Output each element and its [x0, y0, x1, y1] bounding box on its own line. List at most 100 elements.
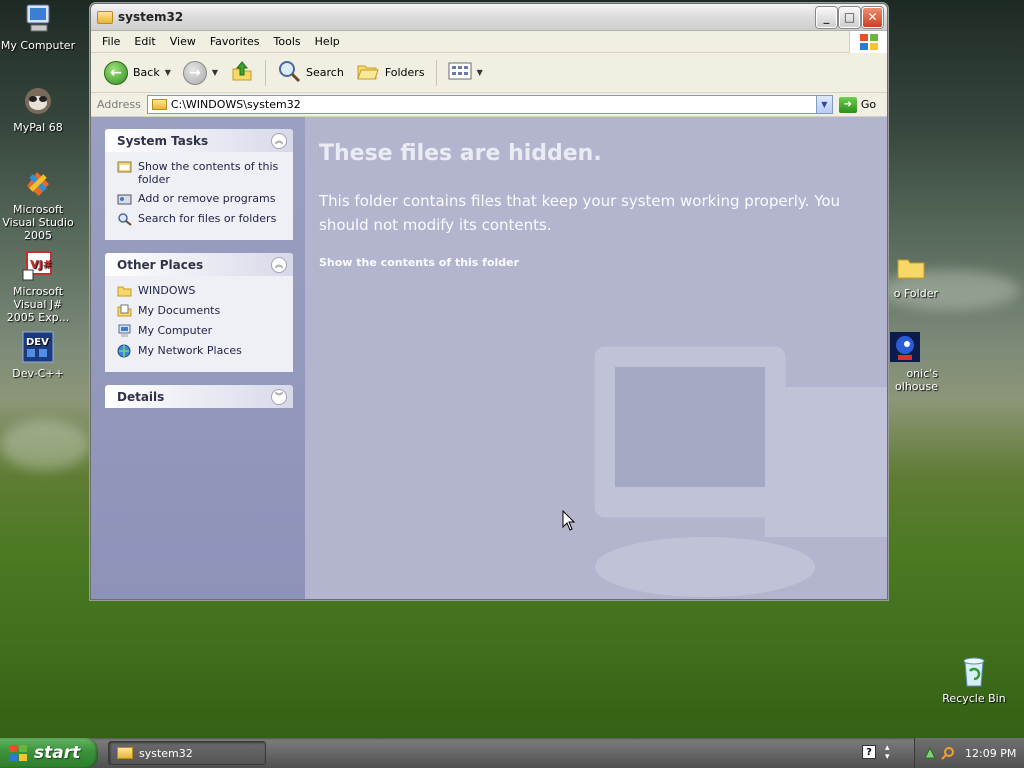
dev-cpp-icon: DEV	[21, 330, 55, 364]
search-button[interactable]: Search	[272, 56, 349, 89]
task-label: Add or remove programs	[138, 192, 276, 205]
desktop-icon-label: MyPal 68	[13, 121, 63, 134]
clock[interactable]: 12:09 PM	[965, 747, 1016, 760]
desktop-icon-label: Dev-C++	[12, 367, 64, 380]
maximize-button[interactable]: □	[839, 6, 860, 28]
other-places-header[interactable]: Other Places ︽	[105, 253, 293, 276]
folder-contents-icon	[117, 161, 132, 173]
task-label: Show the contents of this folder	[138, 160, 279, 186]
search-icon	[277, 59, 301, 86]
place-windows[interactable]: WINDOWS	[117, 284, 283, 298]
collapse-icon[interactable]: ︽	[271, 132, 287, 149]
place-my-network[interactable]: My Network Places	[117, 344, 283, 358]
panel-title: Details	[117, 389, 165, 404]
menu-file[interactable]: File	[95, 33, 127, 50]
details-header[interactable]: Details ︾	[105, 385, 293, 408]
address-input[interactable]: C:\WINDOWS\system32 ▼	[146, 95, 833, 114]
folder-icon	[151, 99, 167, 110]
taskbar-item-system32[interactable]: system32	[108, 741, 266, 765]
hidden-files-heading: These files are hidden.	[319, 141, 602, 166]
network-icon	[117, 344, 131, 358]
start-label: start	[34, 743, 81, 763]
forward-button[interactable]: → ▼	[178, 58, 223, 88]
mouse-cursor-icon	[562, 510, 576, 531]
computer-watermark-icon	[594, 346, 887, 597]
sonic-icon	[888, 330, 922, 364]
svg-text:DEV: DEV	[26, 337, 49, 348]
forward-arrow-icon: →	[182, 60, 207, 85]
my-computer-icon	[21, 2, 55, 36]
recycle-bin-icon	[957, 655, 991, 689]
folder-icon	[97, 10, 113, 24]
start-button[interactable]: start	[0, 738, 98, 768]
desktop-icon-my-computer[interactable]: My Computer	[0, 2, 78, 52]
explorer-window: system32 _ □ ✕ File Edit View Favorites …	[90, 3, 888, 600]
panel-title: Other Places	[117, 257, 204, 272]
network-tray-icon[interactable]	[923, 746, 937, 760]
search-tray-icon[interactable]	[941, 746, 955, 760]
desktop-icon-label: My Computer	[0, 39, 76, 52]
taskbar-item-label: system32	[139, 746, 193, 760]
desktop-icon-label: Recycle Bin	[942, 692, 1006, 705]
content-area: System Tasks ︽ Show the contents of this…	[91, 117, 887, 599]
desktop-icon-visual-studio[interactable]: Microsoft Visual Studio 2005	[0, 166, 78, 242]
place-label: My Documents	[138, 304, 221, 317]
up-button[interactable]	[225, 56, 259, 89]
window-title: system32	[118, 10, 184, 24]
windows-logo-icon	[849, 31, 887, 53]
folders-button[interactable]: Folders	[351, 56, 430, 89]
panel-title: System Tasks	[117, 133, 209, 148]
back-button[interactable]: ← Back ▼	[99, 58, 176, 88]
task-show-contents[interactable]: Show the contents of this folder	[117, 160, 283, 186]
help-icon[interactable]: ?	[862, 745, 876, 759]
go-button[interactable]: ➜ Go	[838, 96, 877, 113]
menu-view[interactable]: View	[163, 33, 203, 50]
svg-text:VJ#: VJ#	[30, 258, 52, 271]
folders-icon	[356, 59, 380, 86]
close-button[interactable]: ✕	[862, 6, 883, 28]
main-pane: These files are hidden. This folder cont…	[305, 117, 887, 599]
menu-bar: File Edit View Favorites Tools Help	[91, 31, 887, 53]
task-pane: System Tasks ︽ Show the contents of this…	[91, 117, 305, 599]
documents-icon	[117, 304, 132, 317]
title-bar[interactable]: system32 _ □ ✕	[91, 4, 887, 31]
address-dropdown-button[interactable]: ▼	[815, 96, 832, 113]
folder-icon	[117, 747, 133, 759]
menu-favorites[interactable]: Favorites	[203, 33, 267, 50]
place-my-computer[interactable]: My Computer	[117, 324, 283, 338]
minimize-button[interactable]: _	[816, 6, 837, 28]
go-label: Go	[860, 98, 877, 111]
add-remove-icon	[117, 194, 132, 205]
menu-tools[interactable]: Tools	[267, 33, 308, 50]
tray-chevron-icon[interactable]: ▴ ▾	[885, 744, 890, 762]
task-search-files[interactable]: Search for files or folders	[117, 212, 283, 226]
task-add-remove-programs[interactable]: Add or remove programs	[117, 192, 283, 206]
visual-j-icon: VJ#	[21, 248, 55, 282]
folder-icon	[117, 286, 132, 297]
desktop-icon-visual-j[interactable]: VJ# Microsoft Visual J# 2005 Exp...	[0, 248, 78, 324]
desktop-icon-label: Microsoft Visual Studio 2005	[2, 203, 74, 242]
show-contents-link[interactable]: Show the contents of this folder	[319, 256, 519, 269]
task-label: Search for files or folders	[138, 212, 277, 225]
place-label: WINDOWS	[138, 284, 196, 297]
other-places-panel: Other Places ︽ WINDOWS My Documents My C…	[105, 253, 293, 372]
desktop-icon-label: Microsoft Visual J# 2005 Exp...	[6, 285, 70, 324]
toolbar-separator	[435, 59, 437, 86]
views-button[interactable]: ▼	[443, 58, 488, 87]
visual-studio-icon	[21, 166, 55, 200]
computer-icon	[118, 324, 131, 337]
desktop-icon-dev-cpp[interactable]: DEV Dev-C++	[0, 330, 78, 380]
place-my-documents[interactable]: My Documents	[117, 304, 283, 318]
menu-help[interactable]: Help	[308, 33, 347, 50]
back-label: Back	[133, 66, 160, 79]
place-label: My Computer	[138, 324, 213, 337]
desktop-icon-mypal[interactable]: MyPal 68	[0, 84, 78, 134]
toolbar-separator	[265, 59, 267, 86]
system-tasks-header[interactable]: System Tasks ︽	[105, 129, 293, 152]
place-label: My Network Places	[138, 344, 242, 357]
expand-icon[interactable]: ︾	[271, 388, 287, 405]
menu-edit[interactable]: Edit	[127, 33, 162, 50]
collapse-icon[interactable]: ︽	[271, 256, 287, 273]
taskbar: start system32 ? ▴ ▾ 12:09 PM	[0, 738, 1024, 768]
desktop-icon-recycle-bin[interactable]: Recycle Bin	[934, 655, 1014, 705]
